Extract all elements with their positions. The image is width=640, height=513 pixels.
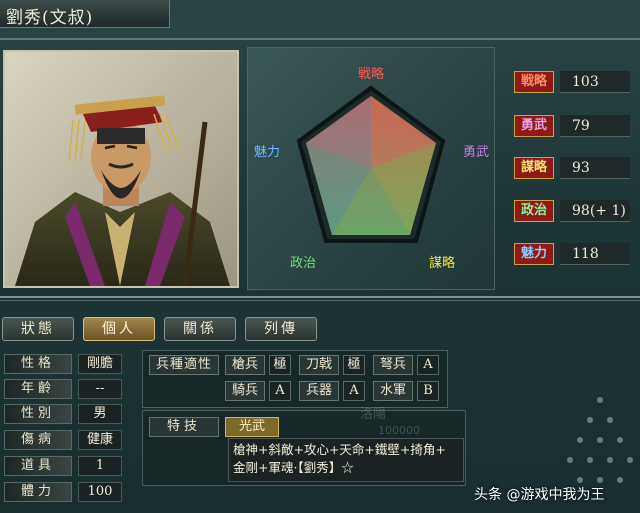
troop-name: 刀戟 (299, 355, 339, 375)
info-label: 傷病 (4, 430, 72, 450)
stat-row-scheme: 謀略 93 (514, 157, 634, 181)
stats-radar-panel: 戦略 勇武 謀略 政治 魅力 (247, 47, 495, 290)
tab-relations[interactable]: 關係 (164, 317, 236, 341)
officer-name: 劉秀(文叔) (6, 8, 94, 28)
troop-grade: 極 (269, 355, 291, 375)
stat-label: 戦略 (514, 71, 554, 93)
stat-value: 118 (560, 243, 630, 265)
info-value: 健康 (78, 430, 122, 450)
radar-label-scheme: 謀略 (429, 255, 455, 271)
stat-row-politics: 政治 98(+ 1) (514, 200, 634, 224)
troop-name: 水軍 (373, 381, 413, 401)
skill-list: 槍神+斜敵+攻心+天命+鐵壁+掎角+ 金剛+軍魂·【劉秀】☆ (228, 438, 464, 482)
radar-label-strategy: 戦略 (358, 66, 384, 82)
info-row-health: 傷病 健康 (4, 430, 122, 452)
troop-grade: A (417, 355, 439, 375)
watermark-text: 头条 @游戏中我为王 (474, 487, 605, 503)
faded-city-label: 洛陽 (360, 407, 387, 422)
info-row-gender: 性別 男 (4, 404, 122, 426)
stats-list: 戦略 103 勇武 79 謀略 93 政治 98(+ 1) 魅力 118 (500, 47, 640, 290)
stat-value: 103 (560, 71, 630, 93)
info-row-age: 年齡 -- (4, 379, 122, 401)
troop-aptitude-header: 兵種適性 (149, 355, 219, 375)
info-label: 體力 (4, 482, 72, 502)
info-label: 性別 (4, 404, 72, 424)
info-label: 年齡 (4, 379, 72, 399)
divider (0, 296, 640, 298)
radar-label-valor: 勇武 (463, 145, 489, 160)
stat-label: 魅力 (514, 243, 554, 265)
stat-value: 93 (560, 157, 630, 179)
troop-name: 兵器 (299, 381, 339, 401)
info-label: 性格 (4, 354, 72, 374)
info-row-items: 道具 1 (4, 456, 122, 478)
radar-chart: 戦略 勇武 謀略 政治 魅力 (254, 66, 489, 271)
skill-label: 特技 (149, 417, 219, 437)
troop-grade: A (343, 381, 365, 401)
stat-row-charm: 魅力 118 (514, 243, 634, 267)
stat-label: 謀略 (514, 157, 554, 179)
officer-portrait (3, 50, 239, 288)
divider (0, 300, 640, 301)
radar-label-politics: 政治 (290, 256, 316, 271)
tab-personal[interactable]: 個人 (83, 317, 155, 341)
troop-name: 槍兵 (225, 355, 265, 375)
stat-value: 79 (560, 115, 630, 137)
info-label: 道具 (4, 456, 72, 476)
info-row-stamina: 體力 100 (4, 482, 122, 504)
troop-name: 弩兵 (373, 355, 413, 375)
info-value: -- (78, 379, 122, 399)
stat-label: 勇武 (514, 115, 554, 137)
stat-row-valor: 勇武 79 (514, 115, 634, 139)
stat-row-strategy: 戦略 103 (514, 71, 634, 95)
tab-status[interactable]: 狀態 (2, 317, 74, 341)
skill-list-line: 槍神+斜敵+攻心+天命+鐵壁+掎角+ (233, 442, 446, 457)
tab-biography[interactable]: 列傳 (245, 317, 317, 341)
troop-grade: A (269, 381, 291, 401)
skill-list-line: 金剛+軍魂·【劉秀】☆ (233, 460, 354, 475)
info-row-personality: 性格 剛膽 (4, 354, 122, 376)
info-value: 男 (78, 404, 122, 424)
radar-label-charm: 魅力 (254, 145, 280, 160)
info-value: 100 (78, 482, 122, 502)
troop-aptitude-panel: 兵種適性 槍兵 極 刀戟 極 弩兵 A 騎兵 A 兵器 A 水軍 B (142, 350, 448, 408)
troop-name: 騎兵 (225, 381, 265, 401)
troop-grade: 極 (343, 355, 365, 375)
faded-number: 100000 (378, 424, 420, 437)
info-value: 剛膽 (78, 354, 122, 374)
portrait-image (5, 52, 237, 286)
divider (0, 38, 640, 40)
stat-value: 98(+ 1) (560, 200, 630, 222)
skill-name: 光武 (225, 417, 279, 437)
info-value: 1 (78, 456, 122, 476)
stat-label: 政治 (514, 200, 554, 222)
troop-grade: B (417, 381, 439, 401)
